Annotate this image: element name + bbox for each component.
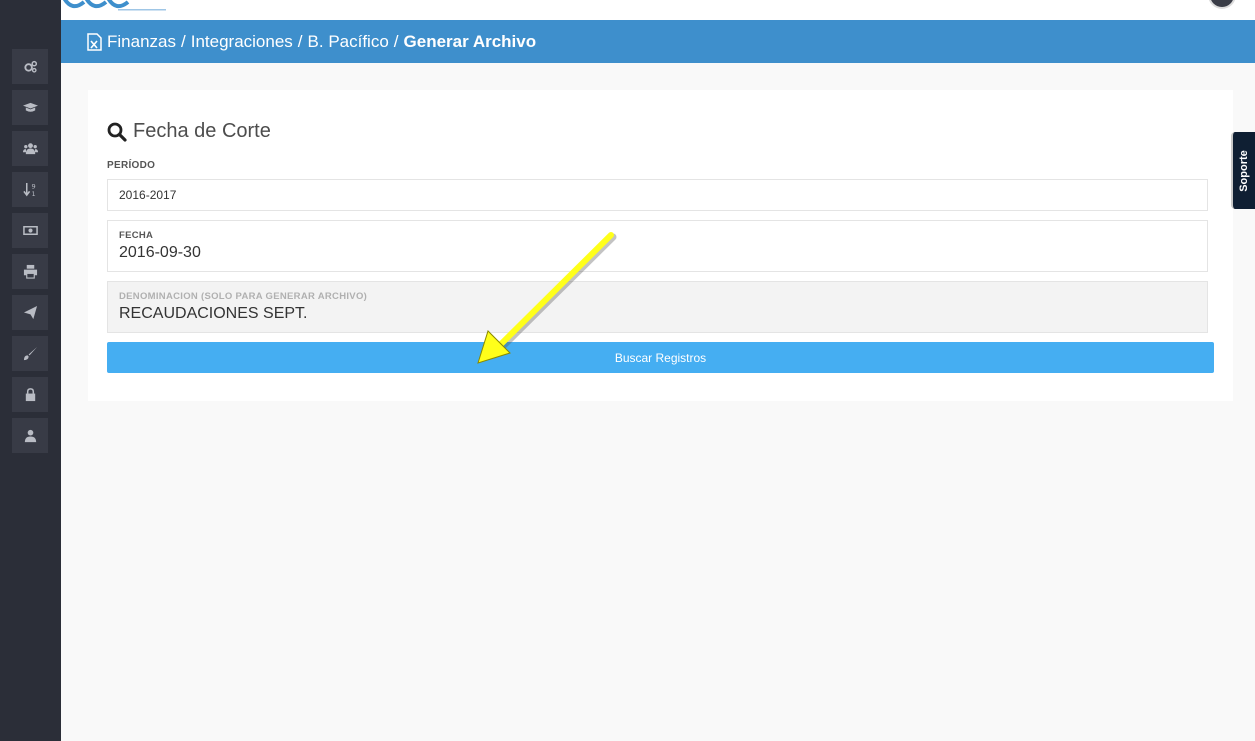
logo[interactable] bbox=[62, 0, 172, 14]
gears-icon[interactable] bbox=[12, 49, 48, 84]
excel-file-icon bbox=[87, 32, 102, 51]
breadcrumb-integraciones[interactable]: Integraciones bbox=[191, 32, 293, 52]
svg-text:1: 1 bbox=[31, 190, 35, 197]
fecha-value[interactable]: 2016-09-30 bbox=[119, 244, 1196, 262]
periodo-label: PERÍODO bbox=[107, 160, 156, 171]
sort-numeric-icon[interactable]: 91 bbox=[12, 172, 48, 207]
paper-plane-icon[interactable] bbox=[12, 295, 48, 330]
users-icon[interactable] bbox=[12, 131, 48, 166]
soporte-tab[interactable]: Soporte bbox=[1231, 132, 1255, 209]
paint-brush-icon[interactable] bbox=[12, 336, 48, 371]
breadcrumb-separator: / bbox=[180, 31, 186, 51]
sidebar: 91 bbox=[0, 20, 61, 741]
fecha-field[interactable]: FECHA 2016-09-30 bbox=[107, 220, 1208, 272]
user-icon[interactable] bbox=[12, 418, 48, 453]
panel-title-text: Fecha de Corte bbox=[133, 120, 271, 142]
breadcrumb-separator: / bbox=[393, 31, 399, 51]
denominacion-label: DENOMINACION (SOLO PARA GENERAR ARCHIVO) bbox=[119, 291, 368, 302]
lock-icon[interactable] bbox=[12, 377, 48, 412]
money-icon[interactable] bbox=[12, 213, 48, 248]
graduation-cap-icon[interactable] bbox=[12, 90, 48, 125]
fecha-label: FECHA bbox=[119, 230, 154, 241]
breadcrumb-separator: / bbox=[297, 31, 303, 51]
top-bar-left-strip bbox=[0, 0, 61, 20]
buscar-registros-button[interactable]: Buscar Registros bbox=[107, 342, 1214, 373]
user-avatar[interactable] bbox=[1208, 0, 1236, 9]
breadcrumb: Finanzas / Integraciones / B. Pacífico /… bbox=[61, 20, 1255, 63]
search-icon bbox=[107, 122, 127, 142]
denominacion-value: RECAUDACIONES SEPT. bbox=[119, 305, 308, 322]
page-title: Generar Archivo bbox=[403, 31, 537, 51]
fecha-corte-panel: Fecha de Corte PERÍODO 2016-2017 FECHA 2… bbox=[88, 90, 1233, 401]
breadcrumb-b-pacifico[interactable]: B. Pacífico bbox=[308, 32, 389, 52]
periodo-select[interactable]: 2016-2017 bbox=[107, 179, 1208, 211]
print-icon[interactable] bbox=[12, 254, 48, 289]
breadcrumb-finanzas[interactable]: Finanzas bbox=[107, 32, 176, 52]
soporte-label: Soporte bbox=[1238, 149, 1250, 192]
panel-title: Fecha de Corte bbox=[107, 120, 271, 143]
top-bar bbox=[0, 0, 1255, 20]
denominacion-field: DENOMINACION (SOLO PARA GENERAR ARCHIVO)… bbox=[107, 281, 1208, 333]
